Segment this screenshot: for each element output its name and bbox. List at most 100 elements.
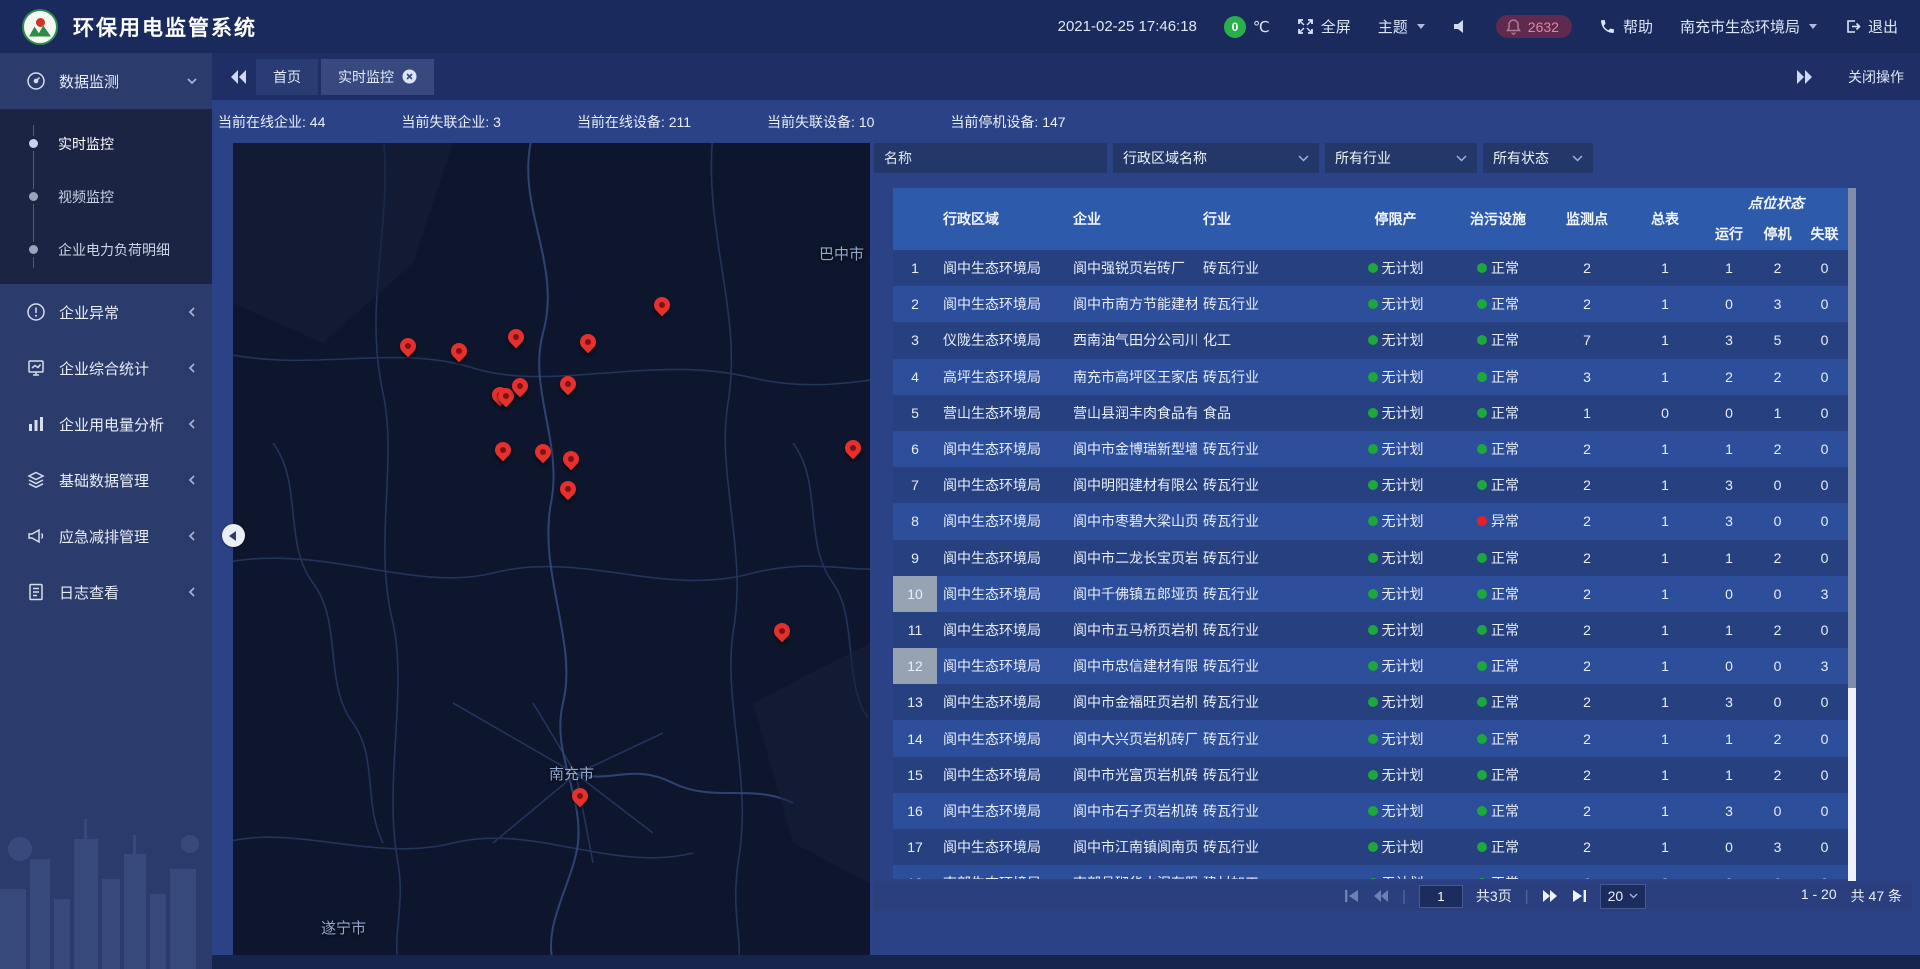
map-panel[interactable]: 巴中市南充市遂宁市	[233, 143, 870, 955]
table-row[interactable]: 4 高坪生态环境局 南充市高坪区王家店建 砖瓦行业 无计划 正常 3 1	[893, 359, 1848, 395]
cell-meters: 1	[1626, 648, 1704, 684]
cell-region: 阆中生态环境局	[937, 576, 1063, 612]
fullscreen-button[interactable]: 全屏	[1297, 16, 1351, 37]
table-row[interactable]: 16 阆中生态环境局 阆中市石子页岩机砖厂 砖瓦行业 无计划 正常 2 1	[893, 793, 1848, 829]
prev-page-icon[interactable]	[1373, 889, 1389, 903]
name-search-input[interactable]	[874, 143, 1107, 173]
cell-meters: 1	[1626, 540, 1704, 576]
cell-industry: 砖瓦行业	[1197, 503, 1343, 539]
cell-industry: 砖瓦行业	[1197, 286, 1343, 322]
cell-monitor-points: 2	[1548, 720, 1626, 756]
table-row[interactable]: 10 阆中生态环境局 阆中千佛镇五郎垭页岩 砖瓦行业 无计划 正常 2 1	[893, 576, 1848, 612]
status-dot-green	[1368, 589, 1378, 599]
cell-stopped: 5	[1754, 322, 1801, 358]
next-page-icon[interactable]	[1542, 889, 1558, 903]
chevron-down-icon	[1572, 155, 1583, 162]
main-content: 首页 实时监控 关闭操作 当前在线企业: 44 当前失联企业: 3 当前在线设备…	[212, 53, 1920, 969]
table-row[interactable]: 13 阆中生态环境局 阆中市金福旺页岩机砖 砖瓦行业 无计划 正常 2 1	[893, 684, 1848, 720]
table-row[interactable]: 1 阆中生态环境局 阆中强锐页岩砖厂 砖瓦行业 无计划 正常 2 1	[893, 250, 1848, 286]
map-roads	[233, 143, 870, 955]
sidebar-item-power-load-detail[interactable]: 企业电力负荷明细	[0, 223, 212, 276]
cell-industry: 砖瓦行业	[1197, 757, 1343, 793]
row-index: 18	[893, 865, 937, 879]
sidebar-item-emergency-reduction[interactable]: 应急减排管理	[0, 508, 212, 564]
industry-select[interactable]: 所有行业	[1325, 143, 1477, 173]
col-header-point-status: 点位状态	[1704, 188, 1848, 218]
speaker-muted-icon[interactable]	[1452, 18, 1469, 35]
table-row[interactable]: 6 阆中生态环境局 阆中市金博瑞新型墙材 砖瓦行业 无计划 正常 2 1	[893, 431, 1848, 467]
table-row[interactable]: 3 仪陇生态环境局 西南油气田分公司川中 化工 无计划 正常 7 1	[893, 322, 1848, 358]
theme-menu[interactable]: 主题	[1378, 16, 1425, 37]
sidebar-item-enterprise-statistics[interactable]: 企业综合统计	[0, 340, 212, 396]
cell-stopped: 2	[1754, 612, 1801, 648]
cell-meters: 1	[1626, 793, 1704, 829]
table-row[interactable]: 7 阆中生态环境局 阆中明阳建材有限公司 砖瓦行业 无计划 正常 2 1	[893, 467, 1848, 503]
tab-realtime-monitoring[interactable]: 实时监控	[321, 59, 434, 95]
help-button[interactable]: 帮助	[1599, 16, 1653, 37]
cell-pollution-facility: 正常	[1448, 395, 1548, 431]
row-index: 17	[893, 829, 937, 865]
table-row[interactable]: 2 阆中生态环境局 阆中市南方节能建材有 砖瓦行业 无计划 正常 2 1	[893, 286, 1848, 322]
stat-stopped-devices: 当前停机设备: 147	[950, 112, 1065, 132]
table-row[interactable]: 12 阆中生态环境局 阆中市忠信建材有限公 砖瓦行业 无计划 正常 2 1	[893, 648, 1848, 684]
cell-production-limit: 无计划	[1343, 648, 1448, 684]
status-dot	[1477, 878, 1487, 879]
cell-running: 0	[1704, 829, 1754, 865]
sidebar-item-video-monitoring[interactable]: 视频监控	[0, 170, 212, 223]
region-select[interactable]: 行政区域名称	[1113, 143, 1319, 173]
chevron-left-icon	[229, 531, 236, 541]
org-menu[interactable]: 南充市生态环境局	[1680, 16, 1817, 37]
tab-home[interactable]: 首页	[256, 59, 318, 95]
table-row[interactable]: 5 营山生态环境局 营山县润丰肉食品有限 食品 无计划 正常 1 0	[893, 395, 1848, 431]
first-page-icon[interactable]	[1344, 889, 1360, 903]
cell-company: 阆中市光富页岩机砖厂	[1063, 757, 1197, 793]
status-dot	[1477, 589, 1487, 599]
row-index: 6	[893, 431, 937, 467]
cell-meters: 1	[1626, 286, 1704, 322]
table-row[interactable]: 18 南部生态环境局 南部县砌华水泥有限公 建材加工 无计划 正常 6 2	[893, 865, 1848, 879]
sidebar-item-log-view[interactable]: 日志查看	[0, 564, 212, 620]
chevron-down-icon	[1809, 24, 1817, 29]
fullscreen-icon	[1297, 18, 1314, 35]
cell-stopped: 2	[1754, 757, 1801, 793]
sidebar-item-power-usage-analysis[interactable]: 企业用电量分析	[0, 396, 212, 452]
status-dot	[1477, 661, 1487, 671]
last-page-icon[interactable]	[1571, 889, 1587, 903]
table-row[interactable]: 14 阆中生态环境局 阆中大兴页岩机砖厂 砖瓦行业 无计划 正常 2 1	[893, 720, 1848, 756]
table-row[interactable]: 17 阆中生态环境局 阆中市江南镇阆南页岩 砖瓦行业 无计划 正常 2 1	[893, 829, 1848, 865]
logout-button[interactable]: 退出	[1844, 16, 1898, 37]
cell-running: 0	[1704, 648, 1754, 684]
cell-company: 阆中市五马桥页岩机砖	[1063, 612, 1197, 648]
scrollbar-thumb[interactable]	[1848, 688, 1856, 881]
scroll-tabs-left-icon[interactable]	[230, 69, 248, 85]
status-dot-green	[1368, 806, 1378, 816]
cell-meters: 1	[1626, 467, 1704, 503]
page-number-input[interactable]	[1419, 885, 1463, 908]
row-index: 8	[893, 503, 937, 539]
sidebar-item-data-monitoring[interactable]: 数据监测	[0, 53, 212, 109]
cell-stopped: 2	[1754, 250, 1801, 286]
status-dot	[1477, 734, 1487, 744]
workspace: 巴中市南充市遂宁市 行政区域名称 所有行业 所有状态	[212, 143, 1920, 955]
cell-industry: 砖瓦行业	[1197, 431, 1343, 467]
table-row[interactable]: 9 阆中生态环境局 阆中市二龙长宝页岩砖 砖瓦行业 无计划 正常 2 1	[893, 540, 1848, 576]
page-size-select[interactable]: 20	[1600, 884, 1647, 909]
table-row[interactable]: 11 阆中生态环境局 阆中市五马桥页岩机砖 砖瓦行业 无计划 正常 2 1	[893, 612, 1848, 648]
close-operations-menu[interactable]: 关闭操作	[1848, 67, 1904, 87]
map-collapse-button[interactable]	[222, 524, 245, 547]
notifications-button[interactable]: 2632	[1496, 15, 1572, 38]
table-scrollbar[interactable]	[1848, 188, 1856, 881]
map-city-label: 巴中市	[819, 243, 864, 264]
cell-running: 0	[1704, 395, 1754, 431]
cell-pollution-facility: 正常	[1448, 576, 1548, 612]
table-row[interactable]: 15 阆中生态环境局 阆中市光富页岩机砖厂 砖瓦行业 无计划 正常 2 1	[893, 757, 1848, 793]
sidebar-item-enterprise-anomaly[interactable]: 企业异常	[0, 284, 212, 340]
col-header-monitor-points: 监测点	[1548, 188, 1626, 250]
sidebar-item-realtime-monitoring[interactable]: 实时监控	[0, 117, 212, 170]
status-select[interactable]: 所有状态	[1483, 143, 1593, 173]
sidebar-item-base-data-management[interactable]: 基础数据管理	[0, 452, 212, 508]
close-tab-icon[interactable]	[402, 69, 417, 84]
cell-industry: 砖瓦行业	[1197, 720, 1343, 756]
table-row[interactable]: 8 阆中生态环境局 阆中市枣碧大梁山页岩 砖瓦行业 无计划 异常 2 1	[893, 503, 1848, 539]
scroll-tabs-right-icon[interactable]	[1796, 69, 1814, 85]
